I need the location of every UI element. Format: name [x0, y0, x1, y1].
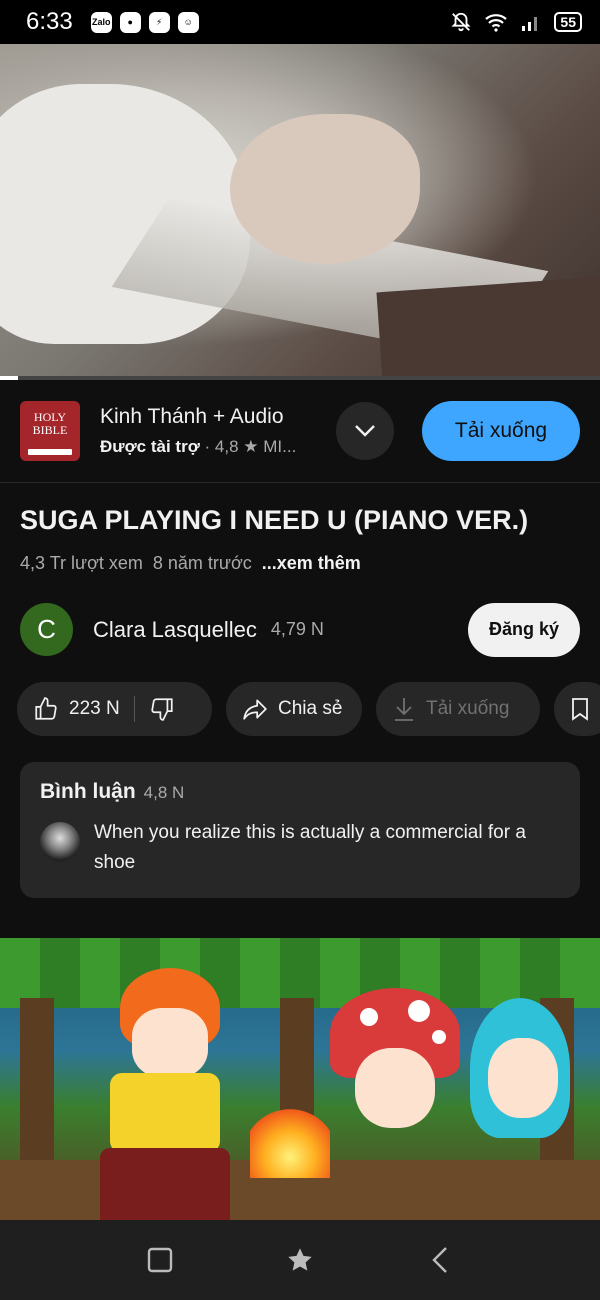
star-icon: ★	[243, 437, 259, 456]
chevron-down-icon	[355, 425, 375, 437]
upload-age: 8 năm trước	[152, 553, 252, 573]
signal-icon	[522, 17, 538, 31]
top-comment: When you realize this is actually a comm…	[40, 818, 560, 878]
ad-sponsored-label: Được tài trợ	[100, 437, 200, 456]
action-bar: 223 N Chia sẻ Tải xuống	[17, 682, 600, 736]
home-button[interactable]	[280, 1240, 320, 1280]
status-time: 6:33	[26, 8, 73, 35]
comments-title: Bình luận	[40, 780, 136, 803]
view-count: 4,3 Tr lượt xem	[20, 553, 143, 573]
share-icon	[243, 699, 267, 720]
ad-app-logo: HOLY BIBLE	[20, 401, 80, 461]
ad-text: Kinh Thánh + Audio Được tài trợ · 4,8 ★ …	[100, 405, 320, 457]
ad-dot: ·	[204, 437, 215, 456]
chat-bubble-icon: ●	[119, 11, 141, 33]
ad-download-button[interactable]: Tải xuống	[422, 401, 580, 461]
thumb-campfire	[250, 1108, 330, 1178]
star-home-icon	[288, 1248, 312, 1271]
sponsored-ad[interactable]: HOLY BIBLE Kinh Thánh + Audio Được tài tr…	[0, 380, 600, 483]
ad-extra: MI...	[263, 437, 297, 456]
ad-meta: Được tài trợ · 4,8 ★ MI...	[100, 437, 320, 457]
chevron-left-icon	[432, 1247, 447, 1273]
comments-header: Bình luận 4,8 N	[40, 780, 560, 804]
thumb-character-fire-hair	[60, 968, 230, 1220]
channel-name[interactable]: Clara Lasquellec	[93, 617, 257, 643]
status-bar: 6:33 Zalo ● ⚡ ☺ 55	[0, 0, 600, 44]
notification-icons: Zalo ● ⚡ ☺	[90, 11, 199, 33]
download-label: Tải xuống	[426, 698, 510, 719]
thumb-face	[132, 1008, 208, 1078]
ad-rating: 4,8	[214, 437, 239, 456]
video-frame-hand	[230, 114, 420, 264]
share-button[interactable]: Chia sẻ	[226, 682, 362, 736]
ad-expand-button[interactable]	[336, 402, 394, 460]
thumb-face	[488, 1038, 558, 1118]
like-divider	[133, 696, 135, 722]
thumb-pants	[100, 1148, 230, 1220]
like-dislike-chip: 223 N	[17, 682, 212, 736]
download-button[interactable]: Tải xuống	[376, 682, 540, 736]
video-frame-piano-body	[376, 275, 600, 376]
video-title[interactable]: SUGA PLAYING I NEED U (PIANO VER.)	[20, 505, 580, 536]
top-comment-text: When you realize this is actually a comm…	[94, 822, 526, 873]
channel-avatar[interactable]: C	[20, 603, 73, 656]
share-label: Chia sẻ	[278, 698, 343, 719]
zalo-icon: Zalo	[90, 11, 112, 33]
thumbs-up-icon[interactable]	[33, 696, 59, 722]
channel-row[interactable]: C Clara Lasquellec 4,79 N Đăng ký	[20, 602, 580, 657]
bookmark-icon	[572, 698, 588, 721]
comments-panel[interactable]: Bình luận 4,8 N When you realize this is…	[20, 762, 580, 898]
android-nav-bar	[0, 1220, 600, 1300]
recents-button[interactable]	[140, 1240, 180, 1280]
status-right: 55	[450, 11, 582, 33]
thumb-face	[355, 1048, 435, 1128]
subscriber-count: 4,79 N	[270, 619, 324, 639]
comments-count: 4,8 N	[143, 783, 185, 802]
thumbs-down-icon[interactable]	[149, 696, 175, 722]
subscribe-button[interactable]: Đăng ký	[468, 602, 580, 657]
download-icon	[395, 698, 413, 721]
video-player[interactable]	[0, 44, 600, 376]
thumb-shirt	[110, 1073, 220, 1153]
save-button[interactable]	[554, 682, 600, 736]
battery-indicator: 55	[554, 12, 582, 32]
bell-off-icon	[451, 12, 471, 32]
show-more-link[interactable]: ...xem thêm	[262, 553, 361, 574]
square-icon	[147, 1247, 173, 1273]
back-button[interactable]	[420, 1240, 460, 1280]
chat-app-icon: ☺	[177, 11, 199, 33]
like-count[interactable]: 223 N	[69, 698, 120, 720]
video-meta[interactable]: 4,3 Tr lượt xem 8 năm trước ...xem thêm	[20, 553, 361, 574]
ad-title: Kinh Thánh + Audio	[100, 405, 284, 428]
next-video-thumbnail[interactable]	[0, 938, 600, 1220]
commenter-avatar	[40, 822, 80, 862]
messenger-icon: ⚡	[148, 11, 170, 33]
wifi-icon	[485, 14, 508, 32]
